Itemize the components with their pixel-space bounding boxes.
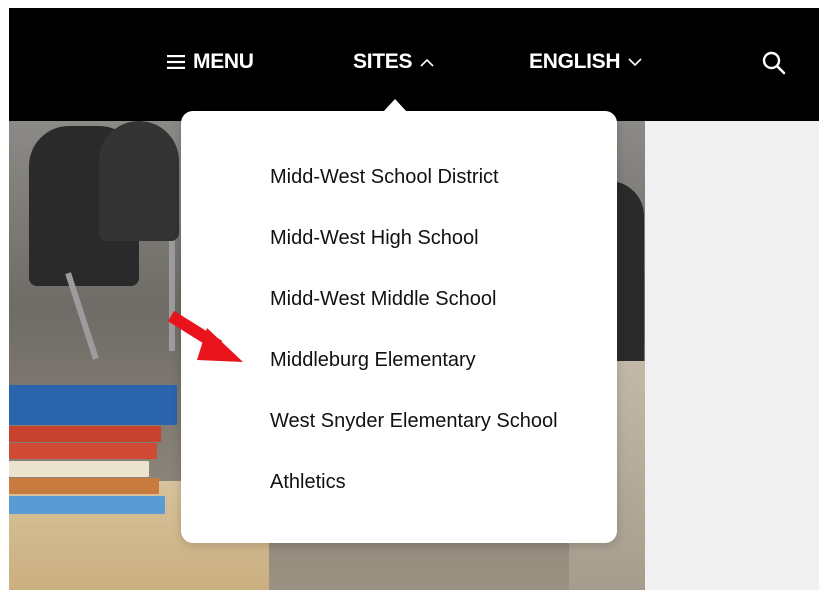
site-item-athletics[interactable]: Athletics — [270, 465, 558, 526]
top-navigation-bar: MENU SITES ENGLISH — [9, 8, 819, 121]
dropdown-caret — [383, 99, 407, 112]
language-label: ENGLISH — [529, 50, 621, 73]
site-item-midd-west-middle-school[interactable]: Midd-West Middle School — [270, 282, 558, 343]
book-shape — [9, 443, 157, 459]
book-shape — [9, 426, 161, 442]
sites-list: Midd-West School District Midd-West High… — [270, 160, 558, 526]
menu-label: MENU — [193, 50, 254, 73]
page-frame: MENU SITES ENGLISH Midd-West School Dist… — [9, 8, 819, 590]
hamburger-icon — [167, 55, 185, 69]
site-item-middleburg-elementary[interactable]: Middleburg Elementary — [270, 343, 558, 404]
site-item-midd-west-high-school[interactable]: Midd-West High School — [270, 221, 558, 282]
sites-label: SITES — [353, 50, 413, 73]
search-button[interactable] — [761, 50, 787, 76]
red-arrow-icon — [167, 310, 243, 362]
chevron-up-icon — [420, 58, 434, 67]
chair-shape — [99, 121, 179, 241]
book-shape — [9, 461, 149, 477]
book-shape — [9, 478, 159, 494]
sites-button[interactable]: SITES — [353, 49, 434, 75]
search-icon — [762, 51, 786, 75]
menu-button[interactable]: MENU — [167, 49, 254, 75]
site-item-west-snyder-elementary-school[interactable]: West Snyder Elementary School — [270, 404, 558, 465]
site-item-midd-west-school-district[interactable]: Midd-West School District — [270, 160, 558, 221]
language-selector[interactable]: ENGLISH — [529, 49, 642, 75]
book-shape — [9, 385, 177, 425]
book-shape — [9, 496, 165, 514]
chevron-down-icon — [628, 57, 642, 66]
